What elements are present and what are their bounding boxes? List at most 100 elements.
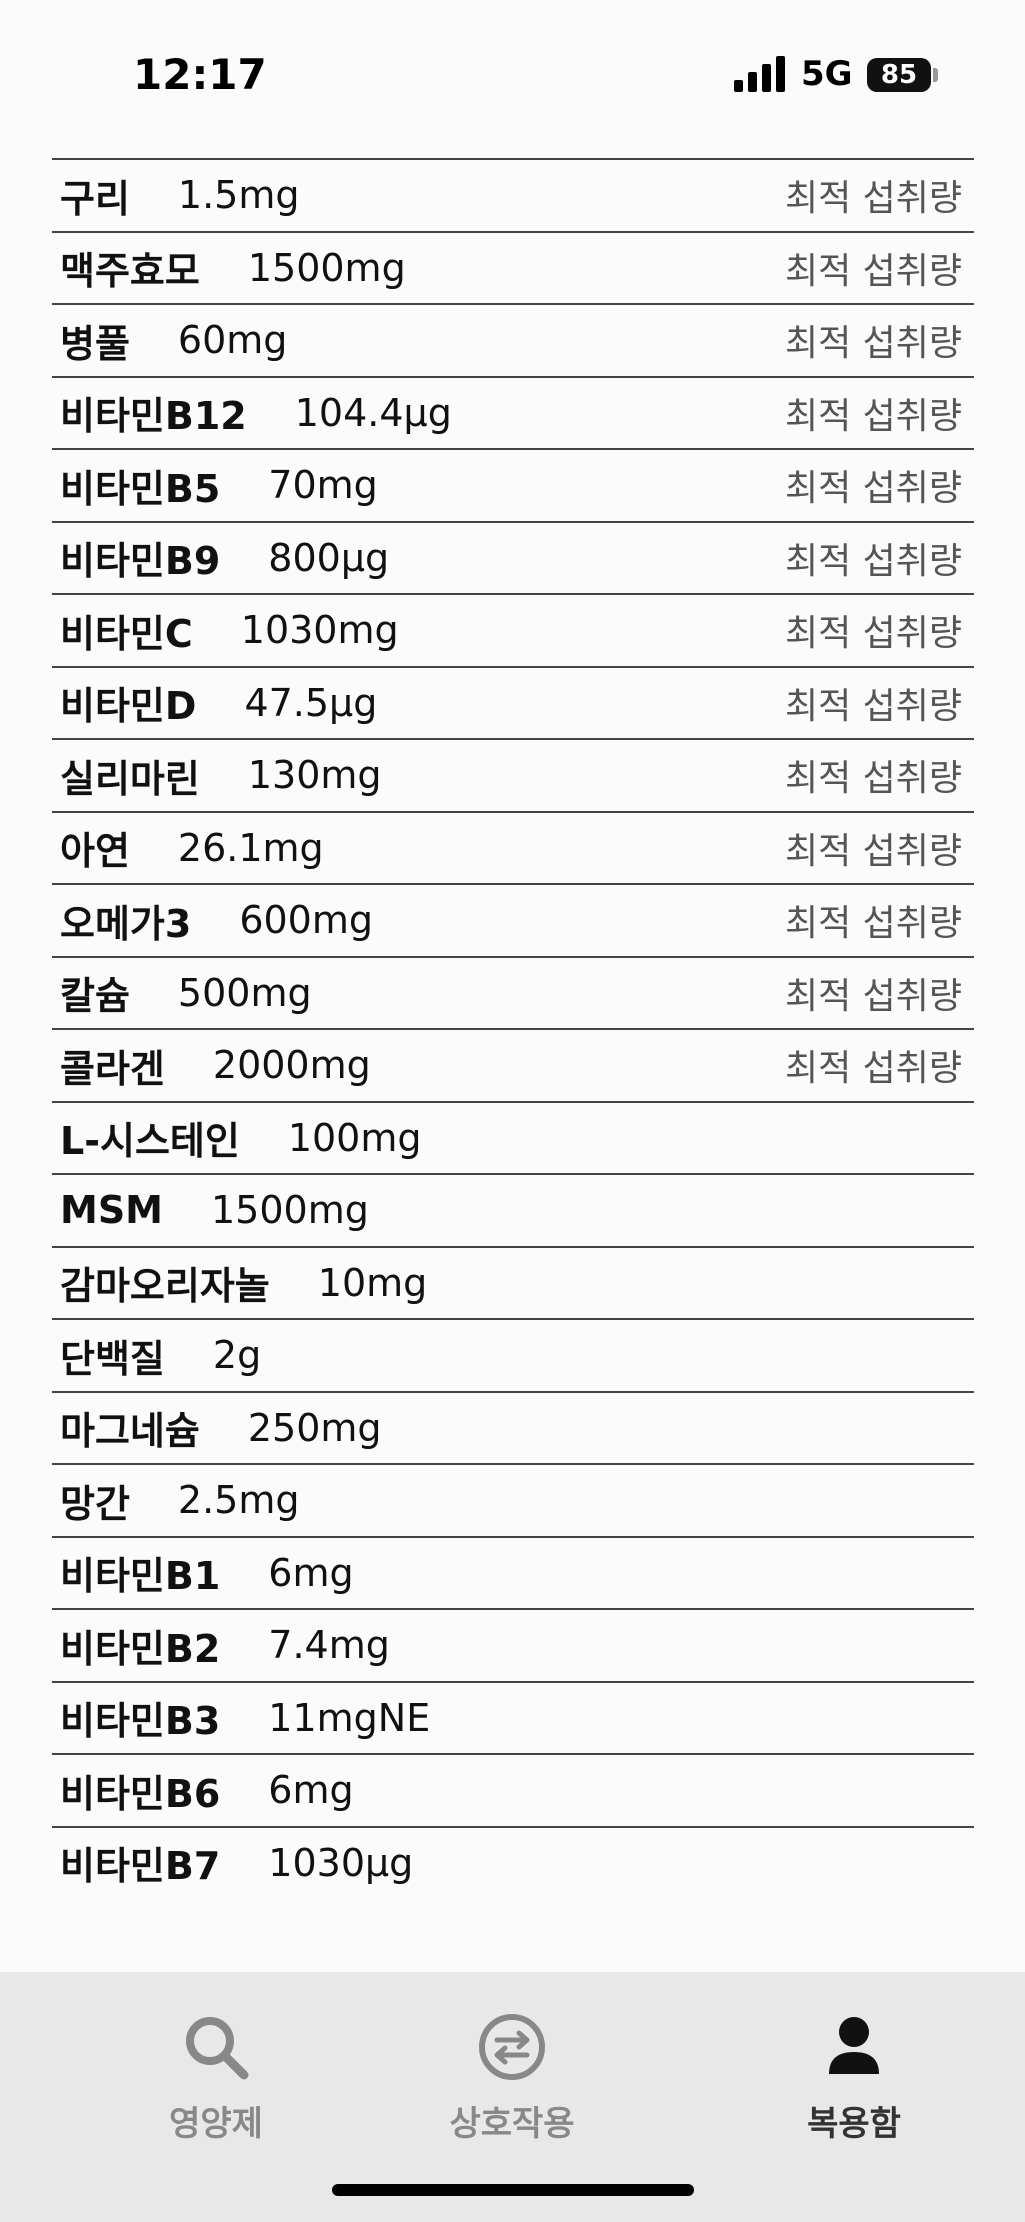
battery-icon: 85: [867, 58, 931, 92]
tab-supplements[interactable]: 영양제: [106, 2012, 326, 2162]
supplement-amount: 800μg: [268, 535, 390, 580]
supplement-amount: 2000mg: [212, 1043, 371, 1088]
status-bar: 12:17 5G 85: [0, 0, 1025, 150]
optimal-intake-badge: 최적 섭취량: [784, 395, 962, 437]
supplement-row[interactable]: 맥주효모 1500mg 최적 섭취량: [52, 230, 974, 304]
supplement-name: 아연: [60, 829, 130, 874]
supplement-name: 비타민B3: [60, 1699, 221, 1744]
optimal-intake-badge: 최적 섭취량: [784, 975, 962, 1017]
supplement-row[interactable]: 비타민B1 6mg: [52, 1535, 974, 1609]
tab-label: 상호작용: [449, 2104, 575, 2144]
tab-my-intake[interactable]: 복용함: [744, 2012, 964, 2162]
supplement-amount: 1500mg: [247, 245, 406, 290]
supplement-amount: 11mgNE: [268, 1695, 431, 1740]
supplement-amount: 6mg: [268, 1768, 354, 1813]
supplement-name: 구리: [60, 176, 130, 221]
supplement-amount: 1030mg: [240, 608, 399, 653]
optimal-intake-badge: 최적 섭취량: [784, 1048, 962, 1090]
supplement-name: 단백질: [60, 1336, 165, 1381]
supplement-amount: 130mg: [247, 753, 382, 798]
supplement-amount: 26.1mg: [177, 825, 324, 870]
supplement-amount: 1.5mg: [177, 173, 300, 218]
supplement-name: L-시스테인: [60, 1119, 240, 1164]
supplement-row[interactable]: 칼슘 500mg 최적 섭취량: [52, 955, 974, 1029]
supplement-name: 마그네슘: [60, 1409, 200, 1454]
supplement-list: 구리 1.5mg 최적 섭취량 맥주효모 1500mg 최적 섭취량 병풀 60mg 최적 섭취…: [52, 158, 974, 1898]
battery-cap: [933, 68, 938, 82]
supplement-amount: 2.5mg: [177, 1478, 300, 1523]
supplement-amount: 70mg: [268, 463, 378, 508]
supplement-row[interactable]: 비타민C 1030mg 최적 섭취량: [52, 593, 974, 666]
supplement-row[interactable]: 단백질 2g: [52, 1318, 974, 1391]
cellular-signal-icon: [734, 56, 786, 92]
network-type: 5G: [801, 54, 853, 94]
supplement-row[interactable]: MSM 1500mg: [52, 1173, 974, 1246]
supplement-amount: 7.4mg: [268, 1623, 390, 1668]
supplement-name: 비타민C: [60, 611, 193, 656]
supplement-row[interactable]: 병풀 60mg 최적 섭취량: [52, 303, 974, 376]
supplement-name: 비타민B2: [60, 1626, 221, 1671]
person-icon: [829, 2017, 879, 2074]
tab-label: 영양제: [169, 2104, 263, 2144]
supplement-name: 비타민B12: [60, 394, 247, 439]
supplement-row[interactable]: 아연 26.1mg 최적 섭취량: [52, 810, 974, 884]
supplement-name: 맥주효모: [60, 249, 200, 294]
supplement-row[interactable]: 비타민B12 104.4μg 최적 섭취량: [52, 375, 974, 449]
optimal-intake-badge: 최적 섭취량: [784, 903, 962, 945]
supplement-name: 감마오리자놀: [60, 1264, 270, 1309]
supplement-name: 실리마린: [60, 756, 200, 801]
supplement-name: 망간: [60, 1481, 130, 1526]
supplement-row[interactable]: 마그네슘 250mg: [52, 1390, 974, 1464]
optimal-intake-badge: 최적 섭취량: [784, 830, 962, 872]
supplement-row[interactable]: 망간 2.5mg: [52, 1463, 974, 1536]
status-time: 12:17: [133, 50, 267, 99]
supplement-amount: 1500mg: [211, 1188, 369, 1233]
supplement-amount: 1030μg: [268, 1840, 414, 1885]
supplement-row[interactable]: 감마오리자놀 10mg: [52, 1245, 974, 1319]
home-indicator: [332, 2184, 694, 2196]
supplement-row[interactable]: 비타민B5 70mg 최적 섭취량: [52, 448, 974, 521]
supplement-amount: 100mg: [287, 1115, 422, 1160]
supplement-row[interactable]: L-시스테인 100mg: [52, 1100, 974, 1174]
supplement-amount: 250mg: [247, 1405, 382, 1450]
supplement-name: 비타민B9: [60, 539, 221, 584]
supplement-name: 비타민B1: [60, 1554, 221, 1599]
supplement-row[interactable]: 비타민B9 800μg 최적 섭취량: [52, 520, 974, 594]
supplement-name: 비타민B7: [60, 1844, 221, 1889]
supplement-row[interactable]: 비타민D 47.5μg 최적 섭취량: [52, 665, 974, 739]
supplement-row[interactable]: 구리 1.5mg 최적 섭취량: [52, 158, 974, 231]
optimal-intake-badge: 최적 섭취량: [784, 613, 962, 655]
optimal-intake-badge: 최적 섭취량: [784, 323, 962, 365]
supplement-name: 비타민B5: [60, 466, 221, 511]
supplement-amount: 2g: [212, 1333, 262, 1378]
supplement-name: 칼슘: [60, 974, 130, 1019]
supplement-row[interactable]: 실리마린 130mg 최적 섭취량: [52, 738, 974, 811]
supplement-row[interactable]: 콜라겐 2000mg 최적 섭취량: [52, 1028, 974, 1101]
optimal-intake-badge: 최적 섭취량: [784, 468, 962, 510]
supplement-name: 오메가3: [60, 901, 192, 946]
supplement-row[interactable]: 비타민B6 6mg: [52, 1753, 974, 1826]
supplement-amount: 47.5μg: [244, 680, 378, 725]
supplement-row[interactable]: 비타민B3 11mgNE: [52, 1680, 974, 1754]
battery-level: 85: [880, 60, 918, 90]
optimal-intake-badge: 최적 섭취량: [784, 540, 962, 582]
tab-interactions[interactable]: 상호작용: [402, 2012, 622, 2162]
supplement-amount: 600mg: [239, 898, 373, 943]
supplement-name: 병풀: [60, 321, 130, 366]
optimal-intake-badge: 최적 섭취량: [784, 685, 962, 727]
supplement-name: 콜라겐: [60, 1046, 165, 1091]
search-icon: [186, 2017, 249, 2080]
supplement-row[interactable]: 비타민B2 7.4mg: [52, 1608, 974, 1681]
supplement-amount: 6mg: [268, 1550, 354, 1595]
supplement-name: MSM: [60, 1188, 163, 1233]
supplement-row[interactable]: 오메가3 600mg 최적 섭취량: [52, 883, 974, 956]
supplement-amount: 500mg: [177, 970, 312, 1015]
supplement-name: 비타민D: [60, 684, 197, 729]
optimal-intake-badge: 최적 섭취량: [784, 178, 962, 220]
supplement-name: 비타민B6: [60, 1771, 221, 1816]
supplement-row[interactable]: 비타민B7 1030μg: [52, 1825, 974, 1899]
optimal-intake-badge: 최적 섭취량: [784, 250, 962, 292]
swap-icon: [479, 2014, 545, 2080]
tab-label: 복용함: [807, 2104, 901, 2144]
optimal-intake-badge: 최적 섭취량: [784, 758, 962, 800]
